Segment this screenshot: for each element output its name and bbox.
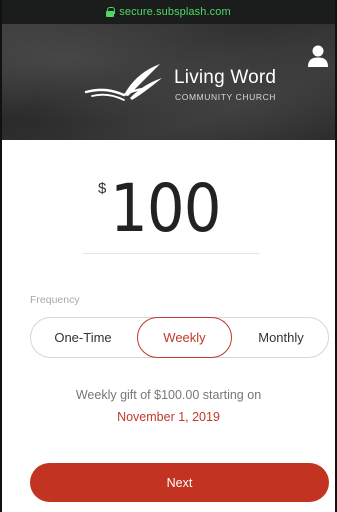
lock-icon xyxy=(106,7,116,17)
frequency-option-weekly[interactable]: Weekly xyxy=(137,317,232,358)
frequency-label: Frequency xyxy=(30,294,80,306)
currency-symbol: $ xyxy=(98,180,107,197)
next-button[interactable]: Next xyxy=(30,463,329,502)
start-date[interactable]: November 1, 2019 xyxy=(2,410,335,424)
amount-underline xyxy=(83,253,259,254)
giving-screen: secure.subsplash.com Living Word COMMUNI… xyxy=(0,0,337,512)
frequency-option-one-time[interactable]: One-Time xyxy=(31,318,135,357)
amount-display[interactable]: $ 100 xyxy=(2,168,335,248)
frequency-option-monthly[interactable]: Monthly xyxy=(232,318,330,357)
church-subtitle: COMMUNITY CHURCH xyxy=(175,92,277,102)
amount-value[interactable]: 100 xyxy=(110,170,222,247)
church-header: Living Word COMMUNITY CHURCH xyxy=(2,24,335,140)
frequency-selector: One-Time Weekly Monthly xyxy=(30,317,329,358)
church-name: Living Word xyxy=(174,67,277,88)
url-bar[interactable]: secure.subsplash.com xyxy=(2,0,335,24)
church-logo-icon xyxy=(84,64,162,101)
url-text: secure.subsplash.com xyxy=(119,6,231,18)
user-icon[interactable] xyxy=(307,44,329,68)
gift-summary: Weekly gift of $100.00 starting on xyxy=(75,388,262,402)
